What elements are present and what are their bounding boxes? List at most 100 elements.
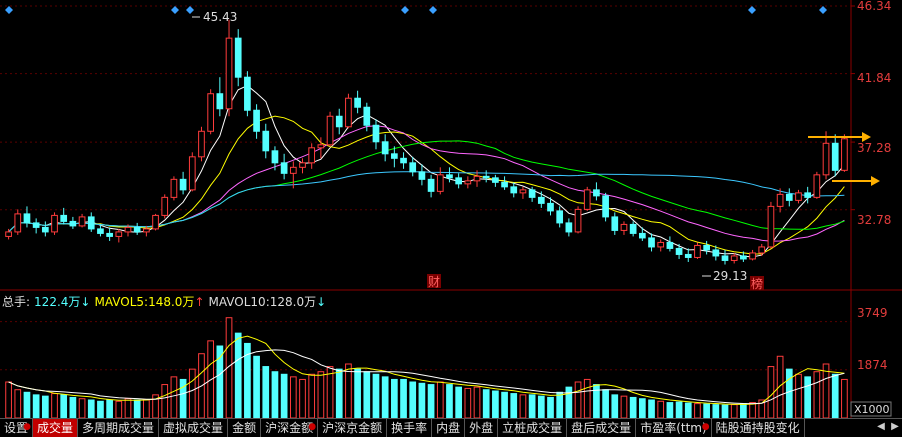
volume-bar: [381, 376, 389, 419]
event-diamond-icon[interactable]: [819, 6, 827, 14]
price-tick-2: 41.84: [857, 71, 891, 85]
candle: [41, 221, 49, 237]
candle: [354, 90, 361, 114]
volume-bar: [317, 371, 325, 419]
orange-arrow-lower: [832, 176, 880, 186]
volume-bar: [161, 384, 169, 419]
event-diamond-icon[interactable]: [429, 6, 437, 14]
volume-bar: [427, 384, 435, 419]
tab-7[interactable]: 换手率: [387, 419, 433, 437]
volume-bar: [657, 400, 665, 419]
tab-12[interactable]: 市盈率(ttm) ●: [636, 419, 712, 437]
candle: [225, 19, 233, 117]
mavol10-value: 128.0万: [269, 295, 317, 309]
candle: [335, 108, 343, 135]
volume-bar: [712, 404, 720, 419]
candle: [60, 207, 68, 225]
volume-bar: [97, 400, 104, 419]
total-volume-label: 总手:: [2, 295, 31, 309]
ma20-line: [8, 125, 845, 242]
candle: [271, 146, 279, 171]
tab-label: 市盈率(ttm): [640, 421, 707, 435]
tab-4[interactable]: 金额: [228, 419, 262, 437]
tab-2[interactable]: 多周期成交量: [78, 419, 160, 437]
volume-bar: [684, 402, 692, 419]
chart-annotations: 45.43 29.13 财 榜: [192, 10, 880, 291]
event-diamond-icon[interactable]: [748, 6, 756, 14]
volume-bar: [813, 371, 821, 419]
event-diamond-icon[interactable]: [186, 6, 194, 14]
tab-13[interactable]: 陆股通持股变化: [712, 419, 805, 437]
price-tick-4: 32.78: [857, 213, 891, 227]
tab-1[interactable]: 成交量: [33, 419, 79, 437]
candle: [629, 221, 637, 237]
volume-bar: [69, 396, 77, 419]
candle: [537, 191, 545, 208]
rank-badge[interactable]: 榜: [751, 276, 763, 291]
volume-bar: [216, 345, 224, 419]
volume-bar: [78, 398, 86, 419]
candle: [464, 176, 472, 189]
volume-bar: [611, 394, 619, 419]
candle: [51, 212, 58, 235]
tab-8[interactable]: 内盘: [432, 419, 466, 437]
tab-6[interactable]: 沪深京金额: [318, 419, 388, 437]
volume-bar: [583, 378, 591, 419]
candle: [234, 29, 242, 87]
candle: [188, 152, 196, 192]
volume-bar: [409, 381, 417, 419]
candle: [620, 221, 628, 235]
volume-bar: [831, 373, 839, 419]
ma60-line: [8, 171, 845, 233]
tab-0[interactable]: 设置 ●: [0, 419, 34, 437]
volume-bar: [565, 386, 573, 419]
volume-bar: [804, 376, 812, 419]
volume-bar: [299, 378, 306, 419]
volume-bar: [51, 393, 58, 419]
candle: [308, 143, 316, 169]
tab-5[interactable]: 沪深金额 ●: [261, 419, 319, 437]
volume-bar: [464, 387, 472, 419]
mavol10-line: [8, 349, 845, 405]
ma10-line: [8, 115, 845, 255]
volume-bar: [143, 399, 150, 419]
kline-chart[interactable]: 46.34 41.84 37.28 32.78 3749 1874 X1000 …: [0, 0, 902, 436]
candle: [115, 228, 123, 243]
candle: [501, 176, 508, 190]
tab-scroll-right-icon[interactable]: ▶: [888, 418, 902, 436]
tab-dot-icon: ●: [701, 422, 710, 432]
volume-tick-mid: 1874: [857, 358, 888, 372]
volume-bar: [730, 404, 738, 419]
volume-bar: [400, 378, 407, 419]
chart-grid: [0, 0, 902, 418]
volume-bar: [41, 395, 49, 419]
event-diamond-icon[interactable]: [171, 6, 179, 14]
tab-3[interactable]: 虚拟成交量: [159, 419, 229, 437]
low-price-label: 29.13: [713, 269, 747, 283]
volume-bar: [721, 404, 729, 419]
volume-bar: [23, 391, 31, 419]
event-diamond-icon[interactable]: [5, 6, 13, 14]
tab-11[interactable]: 盘后成交量: [567, 419, 637, 437]
tab-label: 多周期成交量: [82, 421, 155, 435]
candle: [565, 218, 573, 237]
volume-bar: [822, 363, 830, 419]
tab-9[interactable]: 外盘: [465, 419, 499, 437]
volume-bar: [363, 371, 371, 419]
tab-scroll-left-icon[interactable]: ◀: [874, 418, 888, 436]
volume-bar: [694, 403, 701, 419]
mavol5-arrow: ↑: [194, 295, 205, 309]
indicator-tab-bar: 设置 ● 成交量 多周期成交量 虚拟成交量 金额 沪深金额 ● 沪深京金额 换手率 内盘 外盘 立桩成交…: [0, 418, 902, 437]
candle: [207, 89, 215, 135]
volume-bar: [556, 391, 564, 419]
total-volume-value: 122.4万: [34, 295, 81, 309]
tab-10[interactable]: 立桩成交量: [498, 419, 568, 437]
candle: [813, 171, 821, 199]
candle: [841, 134, 848, 172]
candle: [133, 222, 141, 235]
volume-bar: [749, 402, 756, 419]
ma30-line: [8, 140, 845, 233]
mavol5-value: 148.0万: [148, 295, 195, 309]
finance-badge[interactable]: 财: [428, 275, 440, 289]
event-diamond-icon[interactable]: [401, 6, 409, 14]
